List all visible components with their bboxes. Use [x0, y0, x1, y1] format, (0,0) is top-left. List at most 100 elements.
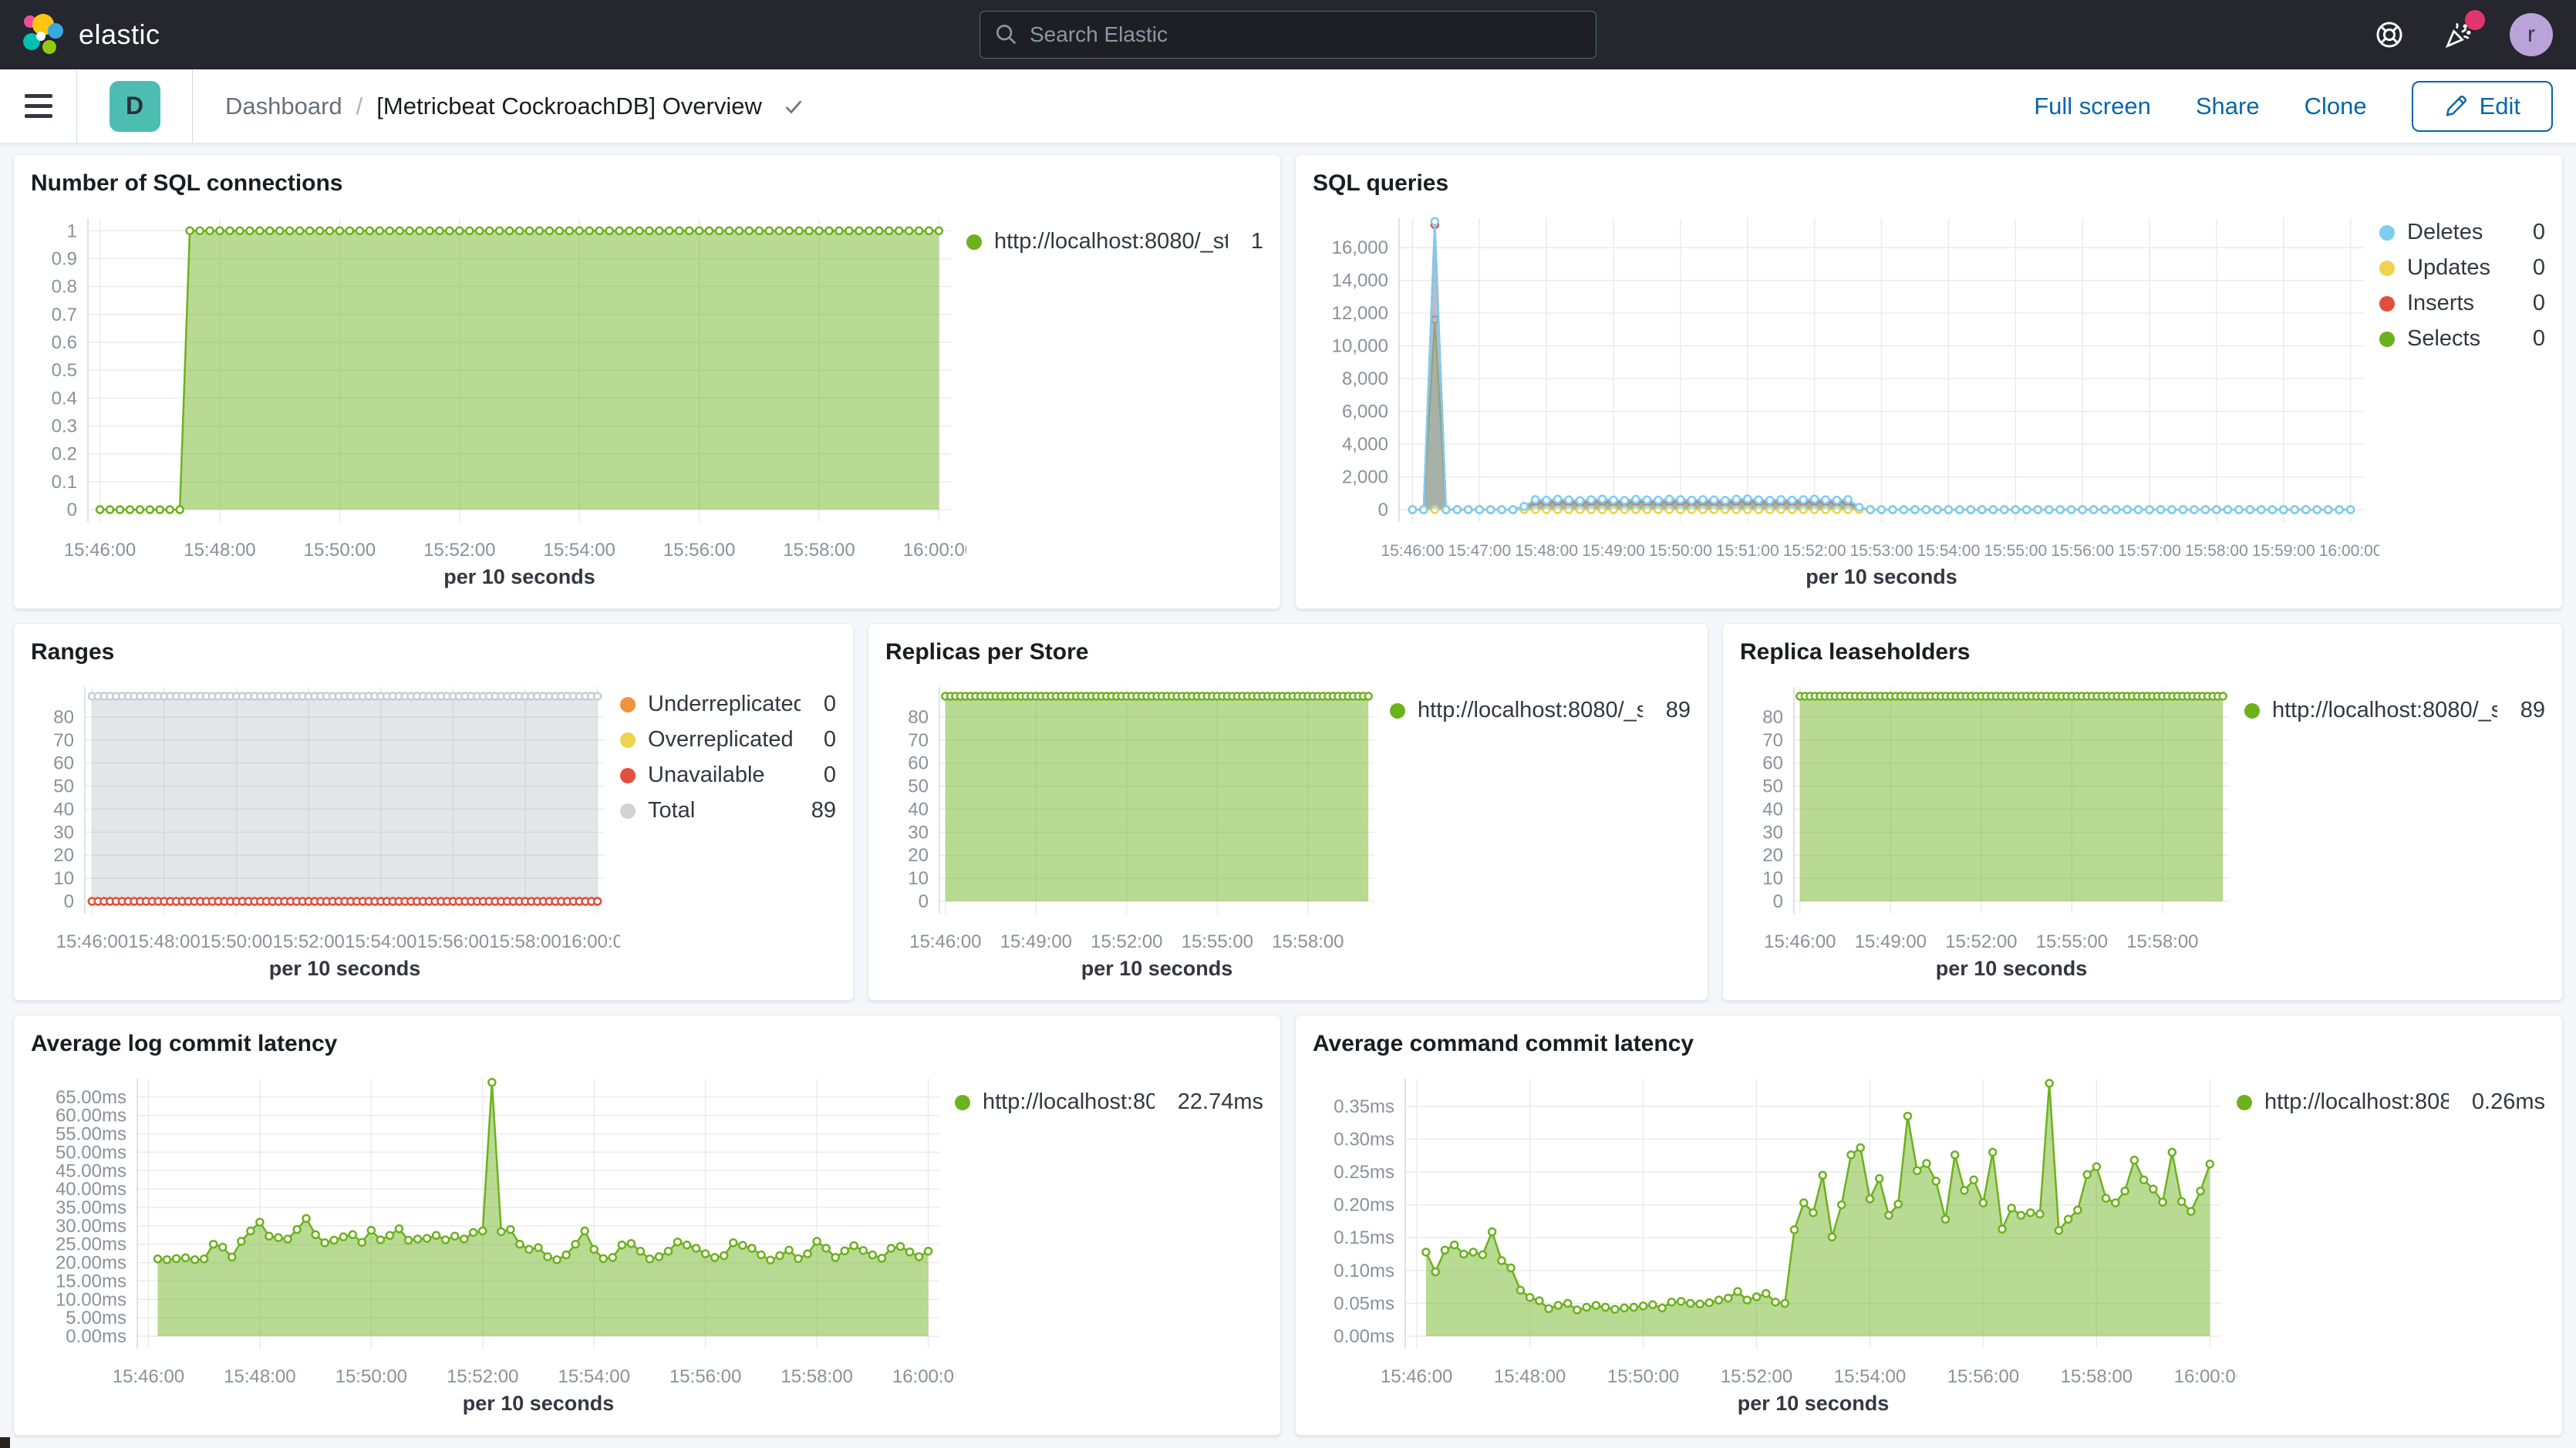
svg-text:30: 30	[1762, 822, 1783, 843]
newsfeed-button[interactable]	[2440, 16, 2477, 53]
svg-text:5.00ms: 5.00ms	[66, 1308, 126, 1328]
legend-label: http://localhost:8080...	[2264, 1089, 2449, 1115]
legend-item[interactable]: Unavailable0	[620, 763, 836, 788]
full-screen-button[interactable]: Full screen	[2034, 93, 2151, 120]
svg-text:55.00ms: 55.00ms	[56, 1124, 126, 1145]
svg-text:15:50:00: 15:50:00	[1649, 542, 1712, 560]
chart-canvas-command-commit-latency[interactable]: 0.00ms0.05ms0.10ms0.15ms0.20ms0.25ms0.30…	[1313, 1057, 2237, 1427]
svg-text:15:52:00: 15:52:00	[423, 540, 495, 561]
breadcrumb-dashboard-link[interactable]: Dashboard	[225, 93, 342, 120]
edit-button[interactable]: Edit	[2412, 81, 2553, 132]
chart-legend: http://localhost:8080/_sta...89	[2244, 665, 2545, 992]
svg-text:0.35ms: 0.35ms	[1334, 1096, 1394, 1117]
help-menu-button[interactable]	[2371, 16, 2408, 53]
svg-text:15:47:00: 15:47:00	[1448, 542, 1511, 560]
legend-item[interactable]: Updates0	[2379, 255, 2545, 281]
legend-item[interactable]: Selects0	[2379, 326, 2545, 352]
panel-replica-leaseholders: Replica leaseholders 0102030405060708015…	[1722, 623, 2563, 1001]
legend-item[interactable]: http://localhost:8080/_sta...89	[1390, 698, 1691, 723]
chart-canvas-replica-leaseholders[interactable]: 0102030405060708015:46:0015:49:0015:52:0…	[1740, 665, 2244, 992]
svg-text:10: 10	[53, 868, 74, 889]
partial-corner-element	[0, 1437, 10, 1448]
svg-text:15:49:00: 15:49:00	[1855, 931, 1927, 952]
clone-button[interactable]: Clone	[2305, 93, 2367, 120]
top-navigation-bar: elastic r	[0, 0, 2576, 69]
svg-text:30: 30	[908, 822, 929, 843]
svg-text:0.1: 0.1	[52, 472, 77, 493]
svg-text:20: 20	[908, 845, 929, 866]
svg-text:0: 0	[1773, 891, 1783, 912]
page-title: [Metricbeat CockroachDB] Overview	[376, 93, 762, 120]
elastic-wordmark: elastic	[79, 19, 160, 51]
svg-text:15:56:00: 15:56:00	[669, 1366, 741, 1387]
svg-text:15:48:00: 15:48:00	[1515, 542, 1578, 560]
legend-label: http://localhost:808...	[983, 1089, 1155, 1115]
panel-title: Ranges	[31, 639, 836, 665]
chart-canvas-sql-queries[interactable]: 02,0004,0006,0008,00010,00012,00014,0001…	[1313, 197, 2379, 601]
svg-text:80: 80	[1762, 707, 1783, 728]
legend-label: Inserts	[2407, 291, 2474, 316]
svg-text:15:48:00: 15:48:00	[184, 540, 255, 561]
svg-text:15:46:00: 15:46:00	[1764, 931, 1836, 952]
legend-value: 0.26ms	[2461, 1089, 2545, 1115]
space-selector[interactable]: D	[77, 69, 193, 143]
legend-item[interactable]: Deletes0	[2379, 220, 2545, 245]
legend-value: 22.74ms	[1167, 1089, 1263, 1115]
legend-item[interactable]: http://localhost:8080/_stat...1	[966, 229, 1263, 254]
chart-legend: http://localhost:808... 22.74ms	[955, 1057, 1263, 1427]
checkmark-icon[interactable]	[782, 95, 805, 118]
svg-text:50.00ms: 50.00ms	[56, 1142, 126, 1163]
svg-text:60: 60	[908, 753, 929, 774]
svg-text:10: 10	[1762, 868, 1783, 889]
pencil-icon	[2444, 95, 2467, 118]
legend-item[interactable]: http://localhost:8080... 0.26ms	[2237, 1089, 2545, 1115]
chart-canvas-sql-connections[interactable]: 00.10.20.30.40.50.60.70.80.9115:46:0015:…	[31, 197, 966, 601]
legend-item[interactable]: Total89	[620, 798, 836, 823]
svg-text:16:00:00: 16:00:00	[903, 540, 966, 561]
svg-text:10.00ms: 10.00ms	[56, 1289, 126, 1310]
legend-item[interactable]: Overreplicated0	[620, 727, 836, 753]
svg-text:80: 80	[908, 707, 929, 728]
panel-title: SQL queries	[1313, 170, 2545, 197]
svg-text:15:59:00: 15:59:00	[2252, 542, 2315, 560]
svg-text:14,000: 14,000	[1332, 271, 1388, 291]
svg-text:50: 50	[908, 776, 929, 797]
svg-text:0.4: 0.4	[52, 388, 77, 409]
chart-canvas-ranges[interactable]: 0102030405060708015:46:0015:48:0015:50:0…	[31, 665, 620, 992]
svg-text:20: 20	[53, 845, 74, 866]
legend-color-dot	[620, 803, 636, 819]
elastic-logo[interactable]: elastic	[0, 12, 160, 57]
chart-canvas-log-commit-latency[interactable]: 0.00ms5.00ms10.00ms15.00ms20.00ms25.00ms…	[31, 1057, 955, 1427]
menu-button[interactable]	[0, 69, 77, 143]
svg-text:15:58:00: 15:58:00	[1272, 931, 1344, 952]
svg-text:0.00ms: 0.00ms	[1334, 1326, 1394, 1347]
svg-text:15:46:00: 15:46:00	[1381, 1366, 1452, 1387]
search-input[interactable]	[979, 11, 1597, 59]
svg-text:16:00:00: 16:00:00	[2319, 542, 2379, 560]
legend-item[interactable]: http://localhost:8080/_sta...89	[2244, 698, 2545, 723]
dashboard-grid: Number of SQL connections 00.10.20.30.40…	[0, 143, 2576, 1436]
svg-text:0.10ms: 0.10ms	[1334, 1261, 1394, 1281]
svg-text:15:46:00: 15:46:00	[1381, 542, 1445, 560]
svg-text:70: 70	[908, 730, 929, 751]
legend-color-dot	[620, 732, 636, 748]
legend-label: Updates	[2407, 255, 2490, 281]
search-icon	[995, 23, 1018, 50]
legend-item[interactable]: Inserts0	[2379, 291, 2545, 316]
legend-item[interactable]: http://localhost:808... 22.74ms	[955, 1089, 1263, 1115]
svg-text:15:46:00: 15:46:00	[64, 540, 136, 561]
user-avatar[interactable]: r	[2510, 13, 2553, 56]
legend-label: Underreplicated	[648, 692, 801, 717]
space-avatar: D	[110, 81, 160, 132]
svg-text:10: 10	[908, 868, 929, 889]
global-search	[979, 11, 1597, 59]
svg-text:40: 40	[1762, 799, 1783, 820]
svg-text:0.25ms: 0.25ms	[1334, 1162, 1394, 1183]
share-button[interactable]: Share	[2196, 93, 2260, 120]
chart-canvas-replicas-per-store[interactable]: 0102030405060708015:46:0015:49:0015:52:0…	[885, 665, 1390, 992]
svg-text:15:50:00: 15:50:00	[304, 540, 376, 561]
dashboard-toolbar: D Dashboard / [Metricbeat CockroachDB] O…	[0, 69, 2576, 143]
svg-text:per 10 seconds: per 10 seconds	[443, 565, 595, 588]
panel-number-of-sql-connections: Number of SQL connections 00.10.20.30.40…	[13, 154, 1281, 609]
legend-item[interactable]: Underreplicated0	[620, 692, 836, 717]
